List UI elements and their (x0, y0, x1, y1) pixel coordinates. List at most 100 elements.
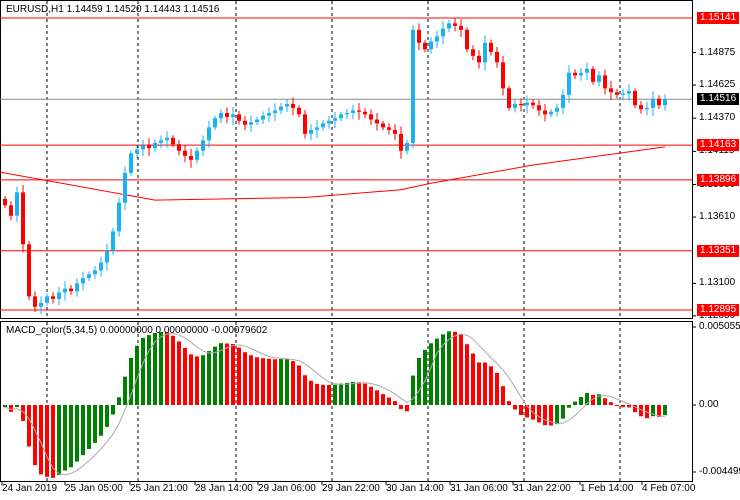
symbol-title: EURUSD,H1 1.14459 1.14520 1.14443 1.1451… (6, 4, 220, 15)
macd-bar (357, 382, 361, 405)
bull-candle (75, 283, 79, 292)
bear-candle (225, 113, 229, 117)
bull-candle (567, 72, 571, 95)
macd-bar (465, 344, 469, 405)
macd-bar (93, 405, 97, 443)
macd-bar (471, 353, 475, 405)
bull-candle (219, 113, 223, 119)
macd-bar (231, 343, 235, 405)
bull-candle (249, 122, 253, 125)
chart-canvas[interactable] (0, 0, 740, 500)
bear-candle (357, 110, 361, 112)
bull-candle (129, 153, 133, 173)
macd-tick-label: 0.0050553 (699, 321, 740, 332)
bull-candle (207, 127, 211, 141)
macd-bar (189, 354, 193, 405)
macd-bar (207, 351, 211, 405)
bear-candle (465, 29, 469, 50)
bear-candle (51, 296, 55, 299)
bull-candle (321, 123, 325, 128)
bull-candle (273, 110, 277, 114)
bear-candle (489, 42, 493, 52)
macd-bar (477, 362, 481, 405)
macd-bar (561, 405, 565, 419)
macd-bar (495, 372, 499, 405)
macd-title: MACD_color(5,34,5) 0.00000000 0.00000000… (6, 325, 268, 336)
level-price-label: 1.13896 (697, 173, 740, 186)
macd-bar (183, 347, 187, 405)
bear-candle (387, 127, 391, 130)
bull-candle (309, 129, 313, 134)
bull-candle (81, 278, 85, 284)
macd-bar (261, 358, 265, 405)
bear-candle (9, 205, 13, 216)
macd-bar (513, 405, 517, 410)
price-tick-label: 1.14875 (699, 46, 736, 58)
bear-candle (609, 88, 613, 93)
bear-candle (3, 198, 7, 206)
macd-bar (75, 405, 79, 462)
bull-candle (267, 113, 271, 116)
bear-candle (537, 105, 541, 111)
macd-bar (105, 405, 109, 427)
bull-candle (261, 115, 265, 120)
bull-candle (57, 292, 61, 299)
macd-bar (87, 405, 91, 449)
bull-candle (339, 114, 343, 119)
bull-candle (441, 28, 445, 37)
bull-candle (231, 114, 235, 117)
bull-candle (153, 142, 157, 149)
macd-bar (567, 405, 571, 408)
bull-candle (549, 111, 553, 115)
macd-bar (369, 386, 373, 405)
bear-candle (477, 55, 481, 63)
bull-candle (111, 231, 115, 251)
macd-bar (291, 361, 295, 405)
macd-bar (321, 384, 325, 405)
macd-bar (387, 397, 391, 405)
bull-candle (39, 302, 43, 307)
moving-average-line (0, 146, 666, 201)
time-label: 31 Jan 22:00 (513, 483, 571, 494)
macd-bar (447, 331, 451, 405)
macd-bar (429, 343, 433, 405)
bull-candle (447, 23, 451, 29)
bear-candle (171, 137, 175, 145)
bear-candle (573, 72, 577, 76)
macd-bar (165, 332, 169, 405)
macd-bar (237, 347, 241, 405)
macd-bar (213, 346, 217, 405)
bear-candle (453, 23, 457, 26)
time-label: 29 Jan 22:00 (322, 483, 380, 494)
bull-candle (429, 41, 433, 50)
bull-candle (651, 98, 655, 108)
bear-candle (657, 98, 661, 106)
macd-bar (345, 382, 349, 405)
bull-candle (327, 120, 331, 124)
bear-candle (69, 288, 73, 292)
macd-bar (327, 385, 331, 405)
bull-candle (117, 202, 121, 232)
macd-bar (393, 401, 397, 405)
bear-candle (33, 296, 37, 307)
chart-window[interactable]: EURUSD,H1 1.14459 1.14520 1.14443 1.1451… (0, 0, 740, 500)
macd-bar (483, 362, 487, 405)
bear-candle (423, 42, 427, 50)
bull-candle (351, 110, 355, 114)
macd-bar (459, 334, 463, 405)
bull-candle (435, 36, 439, 42)
macd-bar (159, 332, 163, 405)
bull-candle (483, 42, 487, 63)
macd-bar (333, 384, 337, 405)
bull-candle (333, 118, 337, 121)
bear-candle (399, 133, 403, 151)
macd-bar (411, 375, 415, 405)
bear-candle (369, 114, 373, 120)
bear-candle (243, 120, 247, 125)
bull-candle (285, 103, 289, 107)
bull-candle (597, 75, 601, 82)
macd-bar (81, 405, 85, 456)
bear-candle (303, 114, 307, 134)
bear-candle (21, 192, 25, 245)
bull-candle (165, 137, 169, 141)
